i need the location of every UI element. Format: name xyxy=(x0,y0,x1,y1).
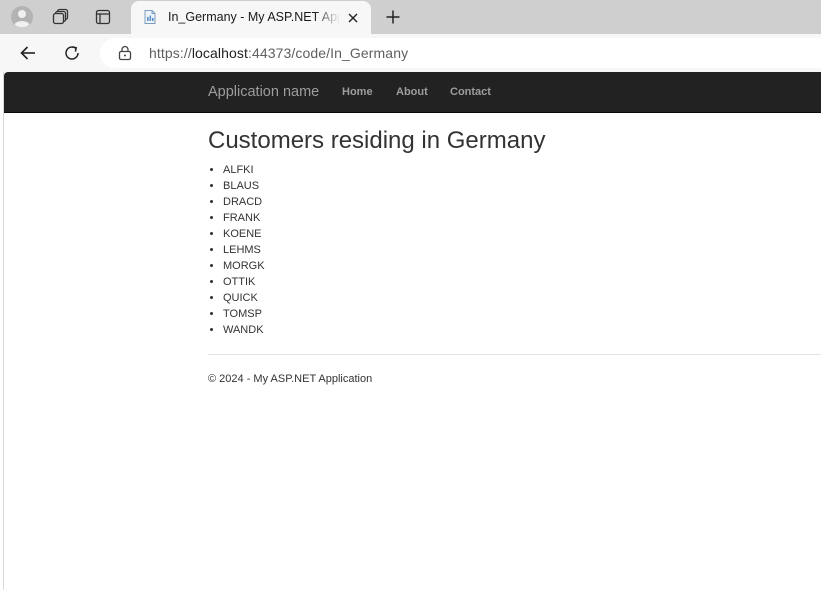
nav-link-contact[interactable]: Contact xyxy=(450,86,491,98)
list-item: MORGK xyxy=(223,260,265,276)
tab-title: In_Germany - My ASP.NET Application xyxy=(168,10,340,24)
list-item: DRACD xyxy=(223,196,265,212)
footer-copyright: © 2024 - My ASP.NET Application xyxy=(208,373,373,385)
back-arrow-icon xyxy=(20,46,35,60)
nav-link-home[interactable]: Home xyxy=(342,86,373,98)
list-item: KOENE xyxy=(223,228,265,244)
back-button[interactable] xyxy=(14,40,42,66)
list-item: BLAUS xyxy=(223,180,265,196)
reload-button[interactable] xyxy=(58,40,86,66)
list-item: WANDK xyxy=(223,324,265,340)
close-icon[interactable] xyxy=(345,10,361,26)
nav-link-about[interactable]: About xyxy=(396,86,428,98)
plus-icon xyxy=(386,10,400,24)
address-bar[interactable]: https://localhost:44373/code/In_Germany xyxy=(100,38,821,68)
browser-toolbar: https://localhost:44373/code/In_Germany xyxy=(0,34,821,72)
url-text[interactable]: https://localhost:44373/code/In_Germany xyxy=(149,45,408,61)
brand-link[interactable]: Application name xyxy=(208,84,319,100)
new-tab-button[interactable] xyxy=(380,5,406,29)
list-item: TOMSP xyxy=(223,308,265,324)
url-path: :44373/code/In_Germany xyxy=(247,45,409,61)
url-scheme: https:// xyxy=(149,45,192,61)
customer-list: ALFKI BLAUS DRACD FRANK KOENE LEHMS MORG… xyxy=(223,164,265,340)
lock-icon[interactable] xyxy=(118,45,132,61)
list-item: QUICK xyxy=(223,292,265,308)
active-tab[interactable]: In_Germany - My ASP.NET Application xyxy=(131,1,371,34)
list-item: FRANK xyxy=(223,212,265,228)
browser-tab-strip: In_Germany - My ASP.NET Application xyxy=(0,0,821,34)
profile-button[interactable] xyxy=(7,3,37,31)
page-title: Customers residing in Germany xyxy=(208,127,546,154)
site-navbar: Application name Home About Contact xyxy=(4,72,821,113)
profile-icon xyxy=(11,6,33,28)
tab-actions-button[interactable] xyxy=(88,3,118,31)
page-icon xyxy=(144,10,156,24)
tab-actions-icon xyxy=(95,9,111,25)
footer-divider xyxy=(208,354,821,355)
list-item: LEHMS xyxy=(223,244,265,260)
page-viewport: Application name Home About Contact Cust… xyxy=(3,72,821,590)
list-item: OTTIK xyxy=(223,276,265,292)
reload-icon xyxy=(65,46,79,60)
list-item: ALFKI xyxy=(223,164,265,180)
workspaces-button[interactable] xyxy=(46,3,76,31)
workspaces-icon xyxy=(52,8,69,25)
url-host: localhost xyxy=(191,45,248,61)
